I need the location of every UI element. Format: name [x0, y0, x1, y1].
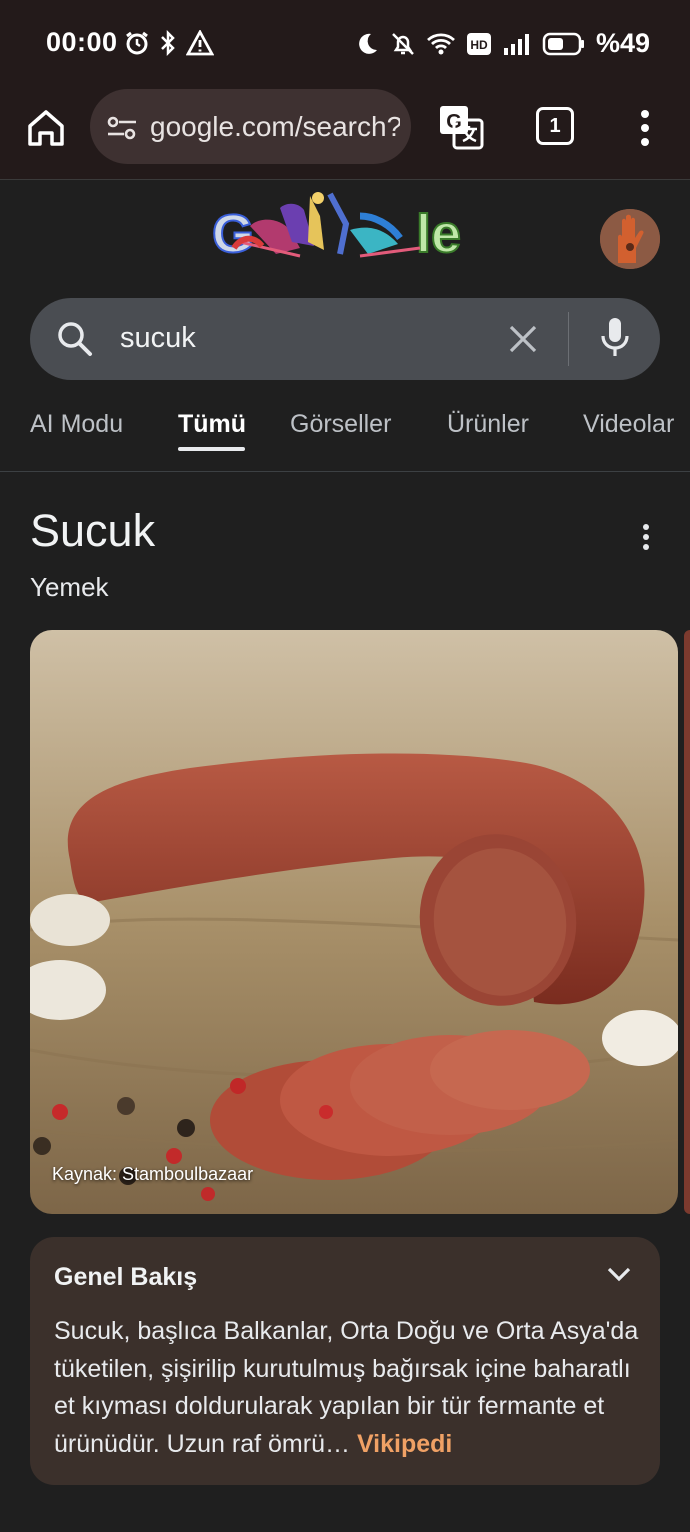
svg-text:le: le — [416, 204, 461, 264]
search-divider — [568, 312, 569, 366]
signal-icon — [503, 33, 529, 55]
browser-toolbar: google.com/search?q=sucuk G 1 — [0, 84, 690, 180]
entity-image[interactable]: Kaynak: Stamboulbazaar — [30, 630, 678, 1214]
search-box[interactable]: sucuk — [30, 298, 660, 380]
tab-all[interactable]: Tümü — [178, 410, 246, 439]
address-bar[interactable]: google.com/search?q=sucuk — [90, 89, 411, 164]
translate-icon[interactable]: G — [438, 104, 484, 150]
battery-icon — [542, 32, 584, 55]
bell-off-icon — [392, 32, 414, 55]
status-bar: 00:00 HD %49 — [0, 0, 690, 84]
microphone-icon[interactable] — [598, 316, 632, 360]
svg-text:HD: HD — [470, 38, 488, 52]
warning-icon — [186, 30, 214, 56]
search-input[interactable]: sucuk — [120, 322, 196, 355]
tab-products[interactable]: Ürünler — [447, 410, 529, 439]
tab-images[interactable]: Görseller — [290, 410, 391, 439]
home-icon[interactable] — [24, 106, 68, 150]
status-time: 00:00 — [46, 27, 118, 57]
next-image-peek[interactable] — [684, 630, 690, 1214]
overview-heading: Genel Bakış — [54, 1263, 198, 1291]
tab-switcher-button[interactable]: 1 — [536, 107, 574, 145]
hd-icon: HD — [466, 32, 491, 55]
overview-ellipsis: … — [324, 1429, 350, 1458]
wifi-icon — [426, 32, 455, 54]
entity-title: Sucuk — [30, 505, 156, 556]
moon-icon — [359, 33, 377, 54]
google-doodle-logo[interactable]: G le — [210, 186, 480, 272]
tab-videos[interactable]: Videolar — [583, 410, 674, 439]
image-source-label: Kaynak: Stamboulbazaar — [52, 1164, 254, 1184]
entity-subtitle: Yemek — [30, 572, 109, 602]
overview-text: Sucuk, başlıca Balkanlar, Orta Doğu ve O… — [54, 1313, 644, 1463]
chevron-down-icon[interactable] — [606, 1265, 632, 1283]
overview-card[interactable]: Genel Bakış Sucuk, başlıca Balkanlar, Or… — [30, 1237, 660, 1485]
search-tabs: AI Modu Tümü Görseller Ürünler Videolar — [0, 404, 690, 472]
profile-avatar[interactable] — [600, 209, 660, 269]
bluetooth-icon — [161, 30, 175, 56]
source-link[interactable]: Vikipedi — [357, 1430, 452, 1458]
more-vert-icon[interactable] — [638, 523, 654, 551]
close-icon[interactable] — [508, 324, 538, 354]
tab-ai-mode[interactable]: AI Modu — [30, 410, 123, 439]
battery-percent: %49 — [595, 28, 650, 58]
alarm-icon — [126, 31, 148, 55]
more-vert-icon[interactable] — [630, 106, 660, 150]
svg-text:G: G — [212, 204, 254, 264]
search-icon — [58, 322, 92, 356]
url-text[interactable]: google.com/search?q=sucuk — [150, 111, 400, 143]
tune-icon[interactable] — [106, 113, 138, 143]
active-tab-indicator — [178, 447, 245, 451]
